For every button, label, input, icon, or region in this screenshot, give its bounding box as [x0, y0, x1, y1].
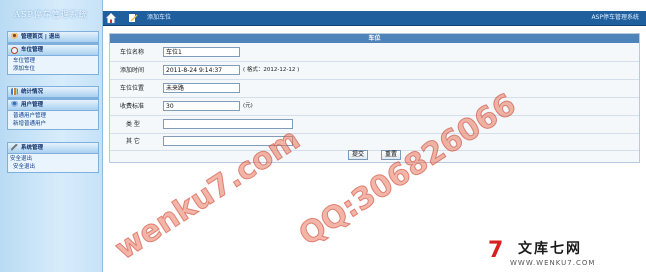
home-icon[interactable] [105, 12, 117, 24]
sidebar-item-add-parking[interactable]: 添加车位 [8, 65, 98, 73]
users-icon [11, 101, 18, 108]
system-name: ASP停车管理系统 [591, 14, 639, 21]
field-label: 车位名称 [120, 49, 145, 56]
sidebar-panel-system: 系统管理 安全退出 安全退出 [7, 142, 99, 173]
edit-icon [129, 14, 138, 22]
sidebar-panel-stats: 统计情况 [7, 86, 99, 99]
submit-button[interactable]: 提交 [348, 150, 368, 160]
sidebar-home-header[interactable]: 管理首页 | 退出 [8, 32, 98, 43]
sidebar: ASP停车管理系统 管理首页 | 退出 车位管理 车位管理 添加车位 统计情况 … [0, 0, 103, 272]
sidebar-stats-label[interactable]: 统计情况 [21, 89, 43, 95]
sidebar-panel-parking: 车位管理 车位管理 添加车位 [7, 44, 99, 75]
location-input[interactable]: 未来路 [163, 83, 240, 93]
sidebar-stats-header[interactable]: 统计情况 [8, 87, 98, 98]
field-label: 车位位置 [120, 85, 145, 92]
sidebar-parking-header[interactable]: 车位管理 [8, 45, 98, 56]
breadcrumb: 添加车位 [147, 14, 172, 21]
sidebar-system-label: 系统管理 [21, 145, 44, 151]
date-format-hint: ( 格式：2012-12-12 ) [243, 67, 300, 73]
currency-unit: (元) [243, 103, 253, 109]
sidebar-panel-home: 管理首页 | 退出 [7, 31, 99, 44]
brand-name: 文库七网 [518, 241, 582, 257]
brand-logo: 7 文库七网 WWW.WENKU7.COM [488, 237, 638, 269]
form-title: 车位 [110, 34, 639, 43]
sidebar-item-user-manage[interactable]: 普通用户管理 [8, 112, 98, 120]
parking-name-input[interactable]: 车位1 [163, 47, 240, 57]
parking-form: 车位 车位名称 车位1 添加时间 2011-8-24 9:14:37 ( 格式：… [109, 33, 640, 163]
form-row-type: 类 型 [110, 116, 639, 134]
chart-icon [11, 88, 18, 95]
form-row-name: 车位名称 车位1 [110, 44, 639, 62]
sidebar-panel-users: 用户管理 普通用户管理 新增普通用户 [7, 99, 99, 130]
brand-url: WWW.WENKU7.COM [510, 259, 596, 267]
field-label: 添加时间 [120, 67, 145, 74]
sidebar-users-header[interactable]: 用户管理 [8, 100, 98, 111]
app-logo: ASP停车管理系统 [14, 10, 88, 19]
sidebar-item-parking-manage[interactable]: 车位管理 [8, 57, 98, 65]
add-time-input[interactable]: 2011-8-24 9:14:37 [163, 65, 240, 75]
sidebar-item-logout-2[interactable]: 安全退出 [8, 163, 98, 171]
sidebar-home-label[interactable]: 管理首页 | 退出 [21, 34, 60, 40]
sidebar-users-label: 用户管理 [21, 102, 44, 108]
parking-icon [11, 46, 18, 54]
brand-mark-icon: 7 [488, 238, 504, 263]
field-label: 收费标准 [120, 103, 145, 110]
sidebar-item-logout[interactable]: 安全退出 [8, 155, 98, 163]
form-row-location: 车位位置 未来路 [110, 80, 639, 98]
sidebar-parking-label: 车位管理 [21, 47, 44, 53]
sidebar-system-header[interactable]: 系统管理 [8, 143, 98, 154]
fee-input[interactable]: 30 [163, 101, 240, 111]
field-label: 类 型 [126, 121, 140, 128]
type-input[interactable] [163, 119, 293, 129]
form-row-time: 添加时间 2011-8-24 9:14:37 ( 格式：2012-12-12 ) [110, 62, 639, 80]
person-icon [11, 33, 18, 40]
form-row-fee: 收费标准 30 (元) [110, 98, 639, 116]
sidebar-item-add-user[interactable]: 新增普通用户 [8, 120, 98, 128]
form-buttons: 提交 重置 [110, 148, 639, 162]
tools-icon [11, 144, 18, 151]
top-bar: 添加车位 ASP停车管理系统 [103, 11, 646, 26]
